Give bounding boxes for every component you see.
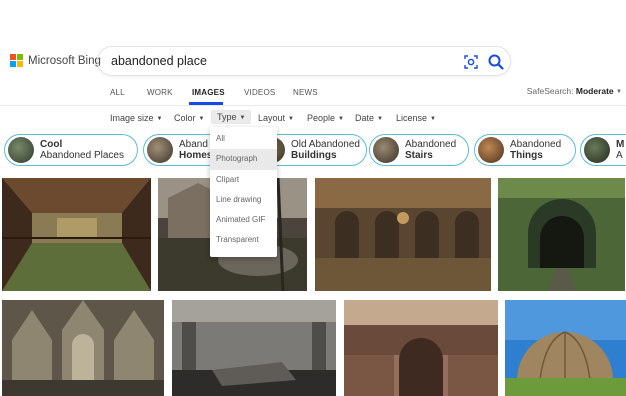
type-option-animated-gif[interactable]: Animated GIF (210, 210, 277, 230)
logo-square-green (17, 54, 23, 60)
microsoft-logo-icon (10, 54, 23, 67)
related-searches: Cool Abandoned Places Aband Homes Old Aban… (0, 134, 626, 168)
result-image[interactable] (172, 300, 336, 396)
photo-dome (505, 300, 626, 396)
type-option-all[interactable]: All (210, 129, 277, 149)
chevron-down-icon: ▼ (198, 116, 205, 122)
tab-all[interactable]: ALL (110, 88, 125, 97)
photo-ruined-hall (172, 300, 336, 396)
chip-label: Old Abandoned Buildings (291, 139, 360, 161)
chevron-down-icon: ▼ (239, 115, 246, 121)
chevron-down-icon: ▼ (288, 116, 294, 122)
chevron-down-icon: ▼ (430, 116, 436, 122)
search-input[interactable] (111, 54, 411, 68)
logo-square-red (10, 54, 16, 60)
filter-bar: Image size ▼ Color ▼ Type ▼ Layout ▼ People ▼… (0, 110, 626, 128)
type-option-clipart[interactable]: Clipart (210, 170, 277, 190)
filter-image-size[interactable]: Image size ▼ (110, 113, 162, 123)
chip-label: Abandoned Things (510, 139, 562, 161)
type-option-line-drawing[interactable]: Line drawing (210, 190, 277, 210)
filter-label: Type (217, 112, 237, 122)
filter-label: People (307, 113, 336, 123)
tab-images[interactable]: IMAGES (192, 88, 225, 97)
vertical-nav: ALL WORK IMAGES VIDEOS NEWS SafeSearch: … (0, 82, 626, 105)
chip-abandoned-stairs[interactable]: Abandoned Stairs (369, 134, 469, 166)
filter-label: Color (174, 113, 196, 123)
chip-thumbnail (8, 137, 34, 163)
divider (0, 105, 626, 106)
result-image[interactable] (315, 178, 491, 291)
chevron-down-icon: ▼ (377, 116, 383, 122)
chip-label: MA (616, 139, 625, 161)
type-option-photograph[interactable]: Photograph (210, 149, 277, 170)
chip-label: Aband Homes (179, 139, 213, 161)
type-option-transparent[interactable]: Transparent (210, 230, 277, 250)
photo-railway-tunnel (498, 178, 625, 291)
chip-more[interactable]: MA (580, 134, 626, 166)
chip-thumbnail (373, 137, 399, 163)
filter-layout[interactable]: Layout ▼ (258, 113, 294, 123)
photo-arched-ballroom (315, 178, 491, 291)
safesearch-control[interactable]: SafeSearch: Moderate ▼ (527, 86, 622, 96)
chevron-down-icon: ▼ (338, 116, 344, 122)
filter-people[interactable]: People ▼ (307, 113, 344, 123)
tab-work[interactable]: WORK (147, 88, 173, 97)
chevron-down-icon: ▼ (616, 89, 622, 95)
filter-label: License (396, 113, 428, 123)
filter-label: Date (355, 113, 375, 123)
photo-gothic-church (2, 300, 164, 396)
result-image[interactable] (2, 300, 164, 396)
tab-news[interactable]: NEWS (293, 88, 318, 97)
search-icon[interactable] (487, 53, 505, 71)
chip-abandoned-things[interactable]: Abandoned Things (474, 134, 576, 166)
chip-thumbnail (584, 137, 610, 163)
camera-scan-icon[interactable] (463, 54, 479, 70)
photo-hall-pool (2, 178, 151, 291)
chip-thumbnail (478, 137, 504, 163)
filter-date[interactable]: Date ▼ (355, 113, 383, 123)
filter-license[interactable]: License ▼ (396, 113, 436, 123)
safesearch-label: SafeSearch: (526, 86, 574, 96)
logo-square-blue (10, 61, 16, 67)
safesearch-value: Moderate (575, 86, 614, 96)
filter-type[interactable]: Type ▼ (211, 110, 252, 124)
logo-square-yellow (17, 61, 23, 67)
result-image[interactable] (505, 300, 626, 396)
search-box (97, 46, 511, 76)
tab-videos[interactable]: VIDEOS (244, 88, 275, 97)
filter-label: Image size (110, 113, 154, 123)
filter-color[interactable]: Color ▼ (174, 113, 204, 123)
chip-cool-abandoned-places[interactable]: Cool Abandoned Places (4, 134, 138, 166)
filter-label: Layout (258, 113, 286, 123)
chevron-down-icon: ▼ (156, 116, 163, 122)
chip-label: Cool Abandoned Places (40, 139, 124, 161)
result-image[interactable] (498, 178, 625, 291)
bing-logo[interactable]: Microsoft Bing (10, 54, 101, 67)
result-image[interactable] (2, 178, 151, 291)
type-dropdown-menu: All Photograph Clipart Line drawing Anim… (210, 127, 277, 257)
result-image[interactable] (344, 300, 498, 396)
chip-thumbnail (147, 137, 173, 163)
photo-theatre (344, 300, 498, 396)
chip-label: Abandoned Stairs (405, 139, 457, 161)
brand-name: Microsoft Bing (28, 54, 101, 67)
